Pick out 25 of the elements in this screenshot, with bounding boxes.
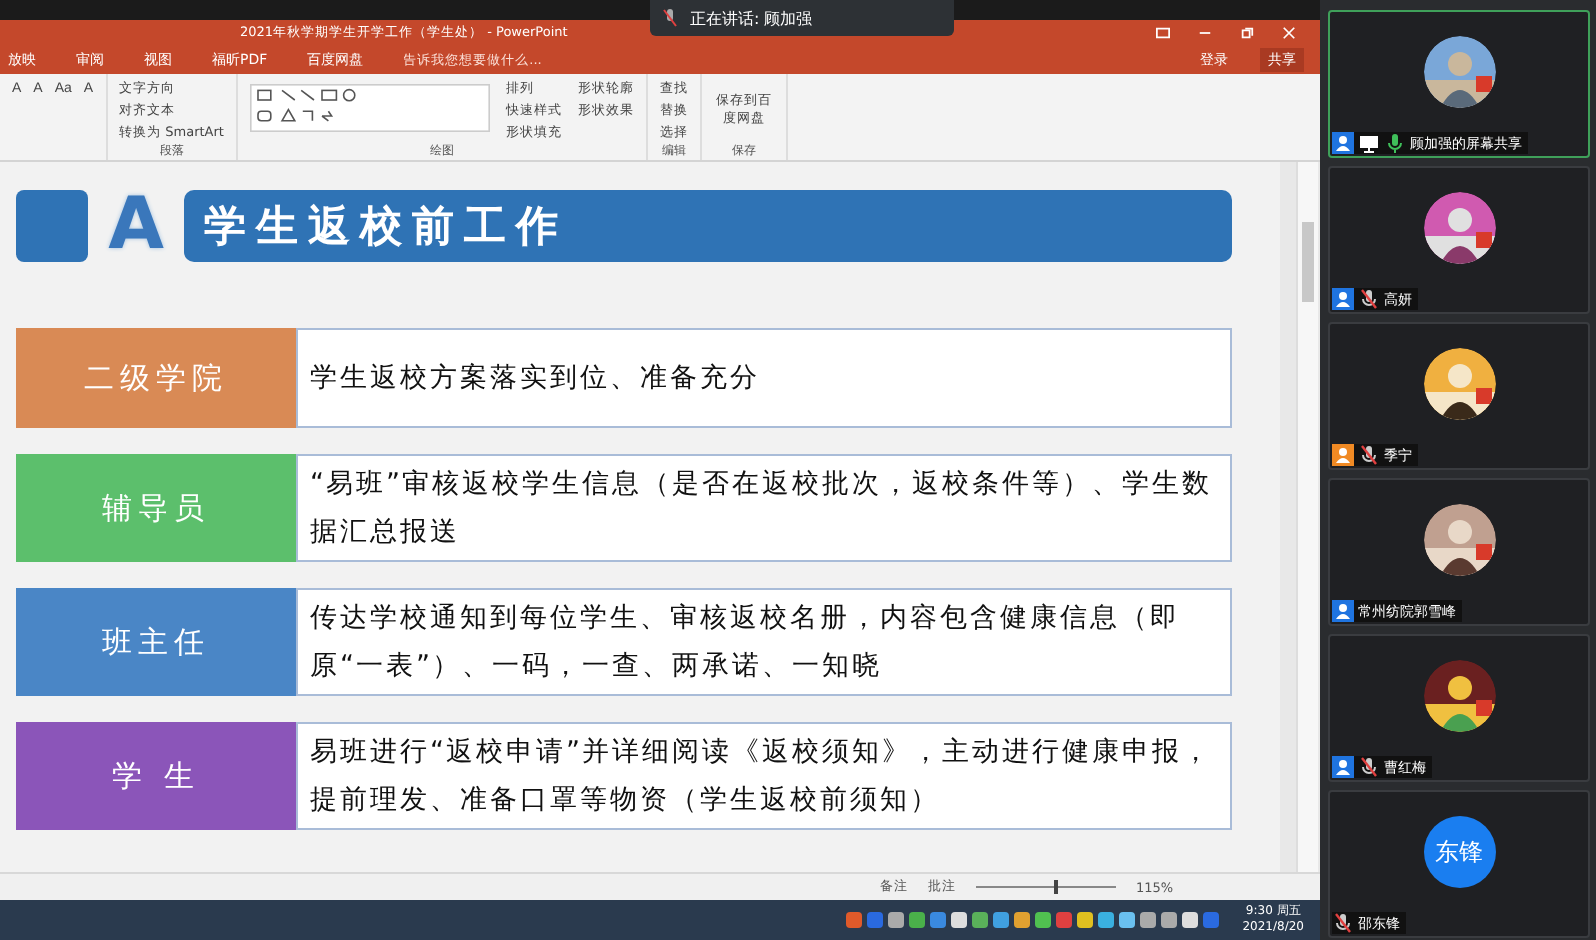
- role-label: 学 生: [16, 722, 296, 830]
- minimize-icon[interactable]: [1198, 26, 1212, 40]
- muted-mic-icon: [662, 8, 678, 28]
- restore-icon[interactable]: [1240, 26, 1254, 40]
- shapes-gallery-drawing[interactable]: [249, 78, 490, 138]
- muted-mic-icon[interactable]: [1332, 912, 1354, 934]
- scrollbar[interactable]: [1296, 162, 1318, 872]
- speaking-text: 正在讲话: 顾加强: [690, 7, 813, 29]
- role-label: 辅导员: [16, 454, 296, 562]
- role-label: 班主任: [16, 588, 296, 696]
- task-text: “易班”审核返校学生信息（是否在返校批次，返校条件等）、学生数据汇总报送: [296, 454, 1232, 562]
- close-icon[interactable]: [1282, 26, 1296, 40]
- muted-mic-icon[interactable]: [1358, 444, 1380, 466]
- ribbon-display-icon[interactable]: [1156, 26, 1170, 40]
- muted-mic-icon[interactable]: [1358, 288, 1380, 310]
- section-letter: A: [106, 190, 166, 262]
- task-text: 学生返校方案落实到位、准备充分: [296, 328, 1232, 428]
- microphone-icon[interactable]: [1384, 132, 1406, 154]
- initials-avatar: 东锋: [1423, 816, 1495, 888]
- muted-mic-icon[interactable]: [1358, 756, 1380, 778]
- task-text: 传达学校通知到每位学生、审核返校名册，内容包含健康信息（即原“一表”）、一码，一查、两承诺、一知晓: [296, 588, 1232, 696]
- role-label: 二级学院: [16, 328, 296, 428]
- slide-title: 学生返校前工作: [184, 190, 1232, 262]
- square-shape: [16, 190, 88, 262]
- task-text: 易班进行“返校申请”并详细阅读《返校须知》，主动进行健康申报，提前理发、准备口罩等物资（学生返校前须知）: [296, 722, 1232, 830]
